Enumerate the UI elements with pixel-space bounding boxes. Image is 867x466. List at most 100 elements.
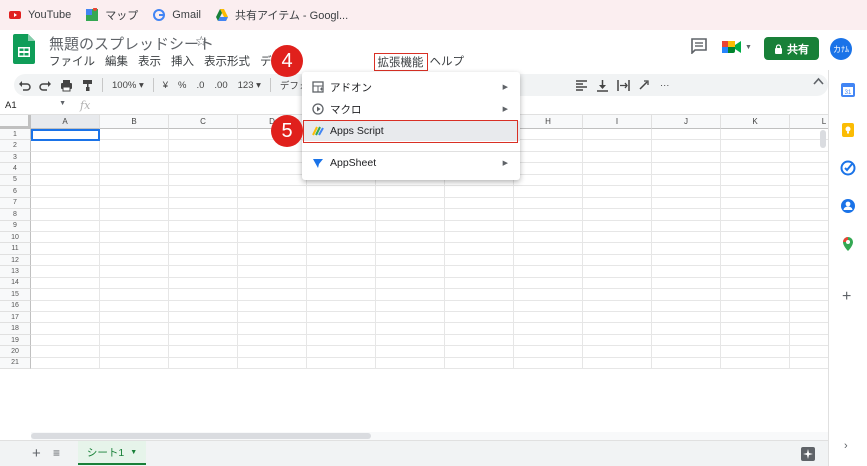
grid-cell[interactable] [790,301,828,312]
menu-item-macros[interactable]: マクロ ▶ [302,99,520,119]
keep-icon[interactable] [840,122,856,138]
decrease-decimal-button[interactable]: .0 [191,80,209,91]
row-header[interactable]: 16 [0,300,31,312]
grid-cell[interactable] [514,323,583,335]
column-header[interactable]: I [583,115,652,129]
document-title[interactable]: 無題のスプレッドシート [49,33,214,54]
grid-cell[interactable] [100,277,169,290]
grid-cell[interactable] [790,209,828,221]
grid-cell[interactable] [169,277,238,290]
grid-cell[interactable] [169,334,238,347]
grid-cell[interactable] [652,254,721,267]
grid-cell[interactable] [238,334,307,347]
row-header[interactable]: 9 [0,220,31,232]
column-header[interactable]: L [790,115,828,129]
currency-button[interactable]: ¥ [158,80,173,91]
grid-cell[interactable] [307,323,376,335]
grid-cell[interactable] [238,254,307,267]
grid-cell[interactable] [376,231,445,244]
grid-cell[interactable] [307,186,376,198]
grid-cell[interactable] [169,209,238,221]
more-options-icon[interactable]: ··· [655,80,675,91]
grid-cell[interactable] [721,129,790,141]
grid-cell[interactable] [307,220,376,232]
menu-item-appsheet[interactable]: AppSheet ▶ [302,153,520,173]
comment-icon[interactable] [690,38,708,54]
grid-cell[interactable] [169,346,238,358]
grid-cell[interactable] [31,357,100,370]
redo-icon[interactable] [39,79,52,92]
grid-cell[interactable] [100,186,169,198]
grid-cell[interactable] [583,197,652,210]
grid-cell[interactable] [652,323,721,335]
meet-button[interactable]: ▼ [721,35,757,59]
grid-cell[interactable] [307,277,376,290]
sheets-logo-icon[interactable] [13,34,35,64]
row-header[interactable]: 2 [0,140,31,152]
grid-cell[interactable] [376,243,445,255]
grid-cell[interactable] [652,220,721,232]
grid-cell[interactable] [445,300,514,312]
star-icon[interactable]: ☆ [195,33,208,50]
grid-cell[interactable] [514,277,583,290]
row-header[interactable]: 14 [0,277,31,290]
grid-cell[interactable] [583,231,652,244]
grid-cell[interactable] [307,312,376,324]
menu-file[interactable]: ファイル [49,53,95,71]
row-header[interactable]: 1 [0,129,31,141]
text-wrap-icon[interactable] [617,79,630,92]
grid-cell[interactable] [790,232,828,244]
grid-cell[interactable] [790,289,828,301]
grid-cell[interactable] [583,346,652,358]
row-header[interactable]: 13 [0,266,31,278]
grid-cell[interactable] [31,312,100,324]
grid-cell[interactable] [100,163,169,175]
all-sheets-icon[interactable]: ≡ [53,446,60,460]
more-formats-button[interactable]: 123 ▾ [233,80,266,91]
menu-item-addons[interactable]: アドオン ▶ [302,77,520,97]
row-header[interactable]: 18 [0,323,31,335]
grid-cell[interactable] [307,266,376,278]
grid-cell[interactable] [376,209,445,221]
grid-cell[interactable] [100,140,169,152]
grid-cell[interactable] [514,289,583,301]
column-header[interactable]: C [169,115,238,129]
grid-cell[interactable] [169,220,238,232]
grid-cell[interactable] [169,300,238,312]
row-header[interactable]: 15 [0,289,31,301]
grid-cell[interactable] [31,334,100,347]
grid-cell[interactable] [307,300,376,312]
row-header[interactable]: 11 [0,243,31,255]
grid-cell[interactable] [790,323,828,335]
grid-cell[interactable] [583,289,652,301]
row-header[interactable]: 6 [0,186,31,198]
grid-cell[interactable] [514,346,583,358]
grid-cell[interactable] [238,220,307,232]
grid-cell[interactable] [652,312,721,324]
column-header[interactable]: A [31,115,100,129]
grid-cell[interactable] [376,254,445,267]
grid-cell[interactable] [31,243,100,255]
row-header[interactable]: 4 [0,163,31,175]
grid-cell[interactable] [721,357,790,370]
grid-cell[interactable] [445,266,514,278]
grid-cell[interactable] [169,254,238,267]
grid-cell[interactable] [100,129,169,141]
contacts-icon[interactable] [840,198,856,214]
add-sheet-icon[interactable]: + [32,445,41,462]
grid-cell[interactable] [514,140,583,152]
grid-cell[interactable] [376,266,445,278]
grid-cell[interactable] [31,163,100,175]
grid-cell[interactable] [169,312,238,324]
grid-cell[interactable] [376,197,445,210]
grid-cell[interactable] [376,277,445,290]
grid-cell[interactable] [100,323,169,335]
grid-cell[interactable] [721,140,790,152]
share-button[interactable]: 共有 [764,37,819,60]
grid-cell[interactable] [790,198,828,210]
grid-cell[interactable] [721,220,790,232]
align-horizontal-icon[interactable] [575,79,588,92]
grid-cell[interactable] [307,209,376,221]
grid-cell[interactable] [307,357,376,370]
grid-cell[interactable] [31,186,100,198]
